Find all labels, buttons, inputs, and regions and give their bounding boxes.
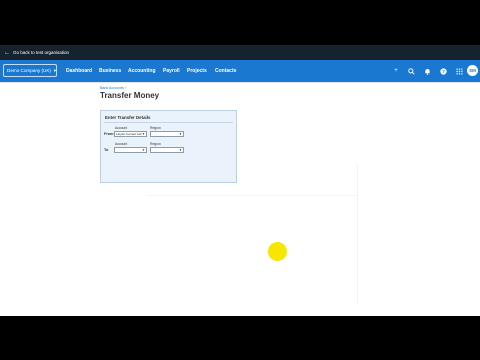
transfer-details-panel: Enter Transfer Details Account Region Fr…: [100, 110, 237, 183]
nav-dashboard[interactable]: Dashboard: [66, 68, 92, 74]
top-nav: Demo Company (UK) ▼ Dashboard Business A…: [0, 60, 480, 82]
apps-grid-icon[interactable]: [454, 66, 464, 76]
to-region-select[interactable]: ▼: [150, 147, 184, 153]
back-link[interactable]: Go back to test organisation: [13, 50, 69, 55]
chevron-down-icon: ▼: [142, 132, 145, 136]
back-bar[interactable]: ← Go back to test organisation: [0, 45, 480, 60]
panel-divider: [104, 122, 233, 123]
nav-divider: [0, 82, 480, 83]
app-window: ← Go back to test organisation Demo Comp…: [0, 45, 480, 316]
chevron-down-icon: ▼: [52, 68, 57, 73]
to-account-select[interactable]: ▼: [114, 147, 147, 153]
avatar[interactable]: SM: [467, 65, 478, 76]
plus-icon[interactable]: +: [391, 66, 401, 76]
to-region-label: Region: [150, 142, 161, 146]
from-label: From: [104, 132, 114, 136]
breadcrumb[interactable]: Bank Accounts ›: [100, 86, 126, 90]
chevron-down-icon: ▼: [179, 148, 182, 152]
chevron-down-icon: ▼: [142, 148, 145, 152]
from-account-select[interactable]: Lloyds Current Acc ▼: [114, 131, 147, 137]
back-arrow-icon[interactable]: ←: [4, 50, 10, 56]
nav-business[interactable]: Business: [99, 68, 121, 74]
from-region-label: Region: [150, 126, 161, 130]
from-account-label: Account: [115, 126, 128, 130]
from-account-value: Lloyds Current Acc: [116, 132, 142, 136]
nav-contacts[interactable]: Contacts: [215, 68, 236, 74]
nav-projects[interactable]: Projects: [187, 68, 207, 74]
org-name: Demo Company (UK): [7, 68, 51, 73]
bell-icon[interactable]: [422, 66, 432, 76]
to-account-label: Account: [115, 142, 128, 146]
from-region-select[interactable]: ▼: [150, 131, 184, 137]
nav-accounting[interactable]: Accounting: [128, 68, 156, 74]
background-artifact: [147, 195, 357, 196]
page-title: Transfer Money: [100, 91, 160, 100]
to-label: To: [104, 148, 109, 152]
cursor-highlight: [268, 242, 287, 261]
nav-payroll[interactable]: Payroll: [163, 68, 180, 74]
background-artifact: [357, 165, 358, 305]
search-icon[interactable]: [406, 66, 416, 76]
panel-title: Enter Transfer Details: [105, 115, 151, 120]
help-icon[interactable]: ?: [438, 66, 448, 76]
chevron-down-icon: ▼: [179, 132, 182, 136]
svg-text:?: ?: [442, 69, 445, 74]
org-switcher[interactable]: Demo Company (UK) ▼: [3, 64, 57, 77]
